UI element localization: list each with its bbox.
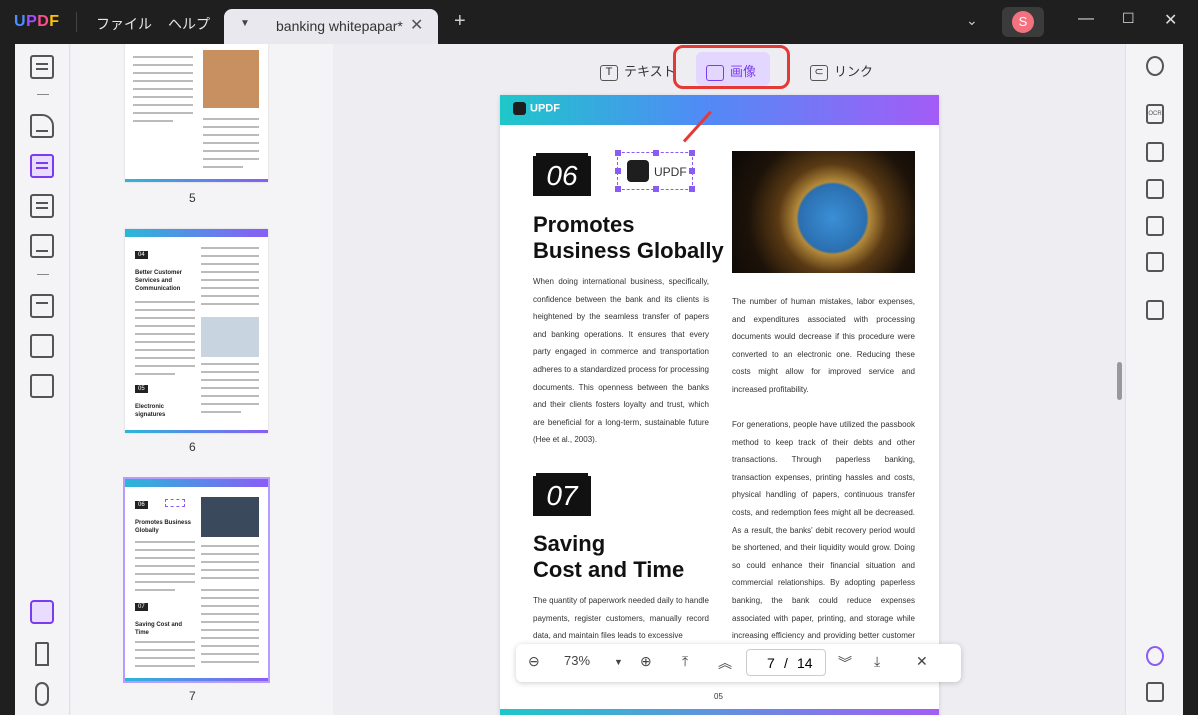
highlight-annotation	[673, 45, 790, 89]
left-toolbar	[15, 44, 70, 715]
tab-title: banking whitepapar*	[276, 18, 403, 34]
scrollbar[interactable]	[1117, 362, 1122, 400]
ocr-icon[interactable]: OCR	[1146, 104, 1164, 124]
link-icon: ⊂	[810, 64, 828, 81]
section-number: 07	[533, 476, 591, 516]
layers-icon[interactable]	[30, 600, 54, 624]
thumbnail-page-6[interactable]: 04 Better Customer Services and Communic…	[125, 229, 268, 433]
zoom-toolbar: ⊖ 73% ▼ ⊕ ⤒ ︽ 7 / 14 ︾ ⤓ ✕	[516, 644, 961, 682]
share-icon[interactable]	[1146, 216, 1164, 236]
zoom-dropdown-icon[interactable]: ▼	[614, 657, 623, 667]
right-paragraph: For generations, people have utilized th…	[732, 420, 915, 658]
bookmark-icon[interactable]	[35, 642, 49, 666]
zoom-out-icon[interactable]: ⊖	[528, 653, 540, 670]
zoom-level[interactable]: 73%	[564, 653, 590, 668]
image-label: UPDF	[654, 165, 687, 179]
globe-image[interactable]	[732, 151, 915, 273]
right-paragraph: The number of human mistakes, labor expe…	[732, 297, 915, 394]
page-logo: UPDF	[513, 102, 560, 115]
close-toolbar-icon[interactable]: ✕	[916, 653, 928, 670]
pdf-page: UPDF 06 UPDF Promotes Business Globally W…	[500, 95, 939, 715]
section-number: 06	[533, 156, 591, 196]
crop-icon[interactable]	[30, 334, 54, 358]
section-heading: Promotes Business Globally	[533, 212, 724, 263]
convert-icon[interactable]	[30, 374, 54, 398]
thumbnail-page-5[interactable]	[125, 44, 268, 182]
page-input[interactable]: 7 / 14	[746, 649, 826, 676]
email-icon[interactable]	[1146, 252, 1164, 272]
search-icon[interactable]	[1146, 56, 1164, 76]
edit-pdf-icon[interactable]	[30, 154, 54, 178]
selected-image[interactable]: UPDF	[615, 150, 695, 192]
maximize-icon[interactable]: ☐	[1122, 10, 1135, 27]
ai-assistant-icon[interactable]	[1146, 646, 1164, 666]
last-page-icon[interactable]: ⤓	[874, 653, 880, 670]
page-number-label: 6	[189, 440, 196, 454]
protect-icon[interactable]	[1146, 179, 1164, 199]
app-window: 5 04 Better Customer Services and Commun…	[15, 44, 1183, 715]
avatar: S	[1012, 11, 1034, 33]
comment-list-icon[interactable]	[1146, 682, 1164, 702]
menu-help[interactable]: ヘルプ	[168, 14, 210, 34]
form-icon[interactable]	[30, 194, 54, 218]
section-paragraph: When doing international business, speci…	[533, 277, 709, 445]
reader-icon[interactable]	[30, 55, 54, 79]
page-footer-number: 05	[714, 692, 723, 701]
minimize-icon[interactable]: —	[1078, 10, 1094, 28]
right-toolbar: OCR	[1125, 44, 1183, 715]
first-page-icon[interactable]: ⤒	[682, 653, 688, 670]
app-logo: UPDF	[14, 13, 60, 30]
next-page-icon[interactable]: ︾	[838, 653, 852, 673]
new-tab-icon[interactable]: +	[454, 10, 466, 33]
thumbnail-panel: 5 04 Better Customer Services and Commun…	[71, 44, 333, 715]
chevron-down-icon[interactable]: ⌄	[966, 12, 978, 29]
organize-pages-icon[interactable]	[30, 294, 54, 318]
section-heading: Saving Cost and Time	[533, 531, 685, 582]
window-close-icon[interactable]: ✕	[1164, 10, 1177, 30]
updf-logo-icon	[627, 160, 649, 182]
document-tab[interactable]: ▼ banking whitepapar* ✕	[224, 9, 438, 44]
fill-sign-icon[interactable]	[30, 234, 54, 258]
page-number-label: 7	[189, 689, 196, 703]
title-bar: UPDF ファイル ヘルプ ▼ banking whitepapar* ✕ + …	[0, 0, 1198, 44]
menu-file[interactable]: ファイル	[96, 14, 152, 34]
previous-page-icon[interactable]: ︽	[718, 653, 732, 673]
attachment-icon[interactable]	[35, 682, 49, 706]
page-number-label: 5	[189, 191, 196, 205]
tab-close-icon[interactable]: ✕	[410, 15, 423, 35]
thumbnail-photo	[201, 497, 259, 537]
thumbnail-page-7[interactable]: 06 Promotes Business Globally 07 Saving …	[123, 477, 270, 683]
thumbnail-photo	[203, 50, 259, 108]
section-paragraph: The quantity of paperwork needed daily t…	[533, 596, 709, 641]
divider	[76, 12, 77, 32]
comment-icon[interactable]	[30, 114, 54, 138]
tab-dropdown-icon[interactable]: ▼	[240, 18, 250, 29]
divider	[37, 274, 49, 275]
edit-text-button[interactable]: T テキスト	[596, 52, 680, 86]
page-header-bar: UPDF	[500, 95, 939, 125]
thumbnail-photo	[201, 317, 259, 357]
convert-pdf-icon[interactable]	[1146, 142, 1164, 162]
document-view: T テキスト 画像 ⊂ リンク UPDF 06 UPDF Promotes Busin…	[334, 44, 1125, 715]
account-button[interactable]: S	[1002, 7, 1044, 37]
page-footer-bar	[500, 709, 939, 715]
divider	[37, 94, 49, 95]
edit-link-button[interactable]: ⊂ リンク	[806, 52, 877, 86]
zoom-in-icon[interactable]: ⊕	[640, 653, 652, 670]
save-icon[interactable]	[1146, 300, 1164, 320]
text-icon: T	[600, 64, 618, 81]
